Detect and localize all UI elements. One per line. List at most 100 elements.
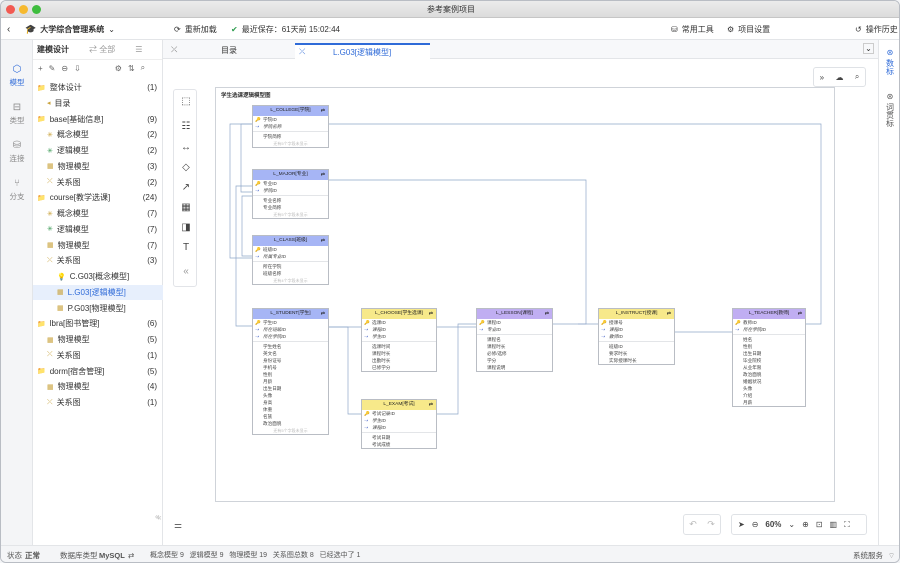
chevron-down-icon[interactable]: ⌄ bbox=[788, 520, 795, 529]
tree-item[interactable]: ▦ 物理模型 (5) bbox=[33, 332, 163, 347]
entity-menu-icon[interactable]: ⇄ bbox=[429, 400, 433, 410]
arrow-icon[interactable]: ↗ bbox=[174, 182, 198, 193]
calc-icon[interactable]: ▦ bbox=[174, 202, 198, 213]
entity-menu-icon[interactable]: ⇄ bbox=[321, 170, 325, 180]
collapse-left-icon[interactable]: « bbox=[157, 513, 161, 522]
shapes-icon[interactable]: ◇ bbox=[174, 162, 198, 173]
tab-active[interactable]: ⤫ L.G03[逻辑模型] bbox=[295, 43, 430, 59]
tree-item[interactable]: 📁 course[教学选课] (24) bbox=[33, 190, 163, 205]
history-button[interactable]: ↺ 操作历史 bbox=[855, 18, 898, 40]
common-tools-button[interactable]: ⛁ 常用工具 bbox=[671, 18, 714, 40]
entity-menu-icon[interactable]: ⇄ bbox=[429, 309, 433, 319]
search-icon[interactable]: ⌕ bbox=[855, 72, 859, 82]
system-service[interactable]: 系统服务 bbox=[853, 546, 883, 562]
tree-item[interactable]: ✳ 概念模型 (2) bbox=[33, 127, 163, 142]
entity-menu-icon[interactable]: ⇄ bbox=[798, 309, 802, 319]
zoom-level[interactable]: 60% bbox=[765, 520, 781, 529]
rail-data-standard[interactable]: ⊛ 数标 bbox=[879, 48, 899, 75]
tree-item[interactable]: ▦ P.G03[物理模型] bbox=[33, 301, 163, 316]
tree-item[interactable]: 📁 base[基础信息] (9) bbox=[33, 112, 163, 127]
rail-branch[interactable]: ⑂ 分支 bbox=[1, 178, 33, 202]
zoom-in-icon[interactable]: ⊕ bbox=[802, 520, 809, 529]
entity-menu-icon[interactable]: ⇄ bbox=[545, 309, 549, 319]
tree-item[interactable]: ✳ 逻辑模型 (7) bbox=[33, 222, 163, 237]
rail-glossary[interactable]: ⊛ 词贯标 bbox=[879, 92, 899, 127]
sort-icon[interactable]: ⇅ bbox=[128, 64, 135, 73]
expand-icon[interactable]: » bbox=[820, 73, 824, 82]
entity-card[interactable]: L_CHOOSE[学生选课] ⇄ 🔑 选课ID ⇢ 课程ID ⇢ 学生ID 选课时间 课程时长 出勤… bbox=[361, 308, 437, 372]
tab-all[interactable]: ⇄ 全部 bbox=[89, 44, 115, 55]
delete-icon[interactable]: ⊖ bbox=[61, 64, 68, 73]
tree-item[interactable]: 📁 整体设计 (1) bbox=[33, 80, 163, 95]
entity-field: 毕业院校 bbox=[733, 357, 805, 364]
tree-item[interactable]: 📁 dorm[宿舍管理] (5) bbox=[33, 364, 163, 379]
redo-icon[interactable]: ↷ bbox=[707, 519, 715, 530]
tree-item[interactable]: ⤫ 关系图 (1) bbox=[33, 395, 163, 410]
tree-item[interactable]: 📁 lbra[图书管理] (6) bbox=[33, 316, 163, 331]
tree-item[interactable]: 💡 C.G03[概念模型] bbox=[33, 269, 163, 284]
pointer-icon[interactable]: ➤ bbox=[738, 520, 745, 529]
settings-icon[interactable]: ⚙ bbox=[115, 64, 122, 73]
add-icon[interactable]: + bbox=[38, 64, 43, 73]
rail-connect[interactable]: ⛁ 连接 bbox=[1, 140, 33, 164]
map-icon[interactable]: ▥ bbox=[830, 520, 838, 529]
tab-design[interactable]: 建模设计 bbox=[37, 44, 69, 55]
edit-icon[interactable]: ✎ bbox=[49, 64, 56, 73]
tree-item[interactable]: ⤫ 关系图 (3) bbox=[33, 253, 163, 268]
zoom-out-icon[interactable]: ⊖ bbox=[752, 520, 759, 529]
entity-card[interactable]: L_EXAM[考试] ⇄ 🔑 考试记录ID ⇢ 学生ID ⇢ 课程ID 考试日期 考试成绩 bbox=[361, 399, 437, 449]
tree-item[interactable]: ▦ 物理模型 (3) bbox=[33, 159, 163, 174]
rail-model[interactable]: ⬡ 模型 bbox=[1, 64, 33, 88]
tree-item[interactable]: ▦ 物理模型 (4) bbox=[33, 379, 163, 394]
rail-type[interactable]: ⊟ 类型 bbox=[1, 102, 33, 126]
entity-card[interactable]: L_STUDENT[学生] ⇄ 🔑 学生ID ⇢ 所在班级ID ⇢ 所在学院ID 学生姓名 英文名… bbox=[252, 308, 329, 435]
reload-button[interactable]: ⟳ 重新加载 bbox=[174, 18, 217, 40]
tree-item-label: C.G03[概念模型] bbox=[69, 272, 130, 281]
relation-icon[interactable]: ↔ bbox=[174, 142, 198, 153]
tree-item[interactable]: ▦ L.G03[逻辑模型] bbox=[33, 284, 163, 300]
entity-card[interactable]: L_CLASS[班级] ⇄ 🔑 班级ID ⇢ 所属专业ID 所在学院 班级名称 还有4个字段未显… bbox=[252, 235, 329, 285]
entity-icon[interactable]: ☷ bbox=[174, 121, 198, 132]
entity-menu-icon[interactable]: ⇄ bbox=[321, 309, 325, 319]
relation-diagram-icon: ⤫ bbox=[47, 398, 53, 406]
search-icon[interactable]: ⌕ bbox=[141, 63, 145, 73]
tree-item[interactable]: ✳ 概念模型 (7) bbox=[33, 206, 163, 221]
entity-card[interactable]: L_COLLEGE[学院] ⇄ 🔑 学院ID ⇢ 学院名称 学院简称 还有5个字段未显示 bbox=[252, 105, 329, 148]
entity-card[interactable]: L_INSTRUCT[授课] ⇄ 🔑 授课号 ⇢ 课程ID ⇢ 教师ID 班级ID 要求时长 实际授… bbox=[598, 308, 675, 365]
entity-card[interactable]: L_MAJOR[专业] ⇄ 🔑 专业ID ⇢ 学院ID 专业名称 专业简称 还有5个字段未显示 bbox=[252, 169, 329, 219]
project-selector[interactable]: 🎓 大学综合管理系统 ⌄ bbox=[25, 18, 115, 40]
dbtype-label: 数据库类型 bbox=[60, 551, 98, 560]
close-window-button[interactable] bbox=[6, 5, 15, 14]
pin-icon[interactable]: ⤫ bbox=[171, 45, 177, 55]
project-settings-button[interactable]: ⚙ 项目设置 bbox=[727, 18, 770, 40]
filter-icon[interactable]: ☰ bbox=[135, 45, 142, 54]
maximize-window-button[interactable] bbox=[32, 5, 41, 14]
tree-item[interactable]: ◂ 目录 bbox=[33, 96, 163, 111]
tree-item[interactable]: ▦ 物理模型 (7) bbox=[33, 238, 163, 253]
select-frame-icon[interactable]: ⬚ bbox=[174, 96, 198, 107]
swap-icon[interactable]: ⇄ bbox=[128, 546, 134, 562]
cloud-icon[interactable]: ☁ bbox=[835, 73, 843, 82]
collapse-palette-icon[interactable]: « bbox=[174, 266, 198, 277]
entity-menu-icon[interactable]: ⇄ bbox=[667, 309, 671, 319]
entity-menu-icon[interactable]: ⇄ bbox=[321, 236, 325, 246]
dbtype-value[interactable]: MySQL bbox=[99, 546, 125, 562]
entity-card[interactable]: L_LESSON[课程] ⇄ 🔑 课程ID ⇢ 专业ID 课程名 课程时长 必修/选修 学分 课程说… bbox=[476, 308, 553, 372]
fit-icon[interactable]: ⊡ bbox=[816, 520, 823, 529]
fullscreen-icon[interactable]: ⛶ bbox=[844, 520, 850, 530]
tab-catalog[interactable]: 目录 bbox=[221, 45, 237, 56]
entity-menu-icon[interactable]: ⇄ bbox=[321, 106, 325, 116]
tree-item[interactable]: ⤫ 关系图 (2) bbox=[33, 175, 163, 190]
text-icon[interactable]: T bbox=[174, 242, 198, 253]
export-icon[interactable]: ⇩ bbox=[74, 64, 81, 73]
tree-item[interactable]: ✳ 逻辑模型 (2) bbox=[33, 143, 163, 158]
tree-item[interactable]: ⤫ 关系图 (1) bbox=[33, 348, 163, 363]
undo-icon[interactable]: ↶ bbox=[689, 519, 697, 530]
entity-field: 考试成绩 bbox=[362, 441, 436, 448]
back-button[interactable]: ‹ bbox=[7, 18, 10, 40]
minimize-window-button[interactable] bbox=[19, 5, 28, 14]
chevron-down-icon[interactable]: ⌄ bbox=[863, 43, 874, 54]
adjust-icon[interactable]: ⚌ bbox=[174, 520, 182, 531]
note-icon[interactable]: ◨ bbox=[174, 222, 198, 233]
entity-card[interactable]: L_TEACHER[教师] ⇄ 🔑 教师ID ⇢ 所在学院ID 姓名 性别 出生日期 毕业院校 从业… bbox=[732, 308, 806, 407]
